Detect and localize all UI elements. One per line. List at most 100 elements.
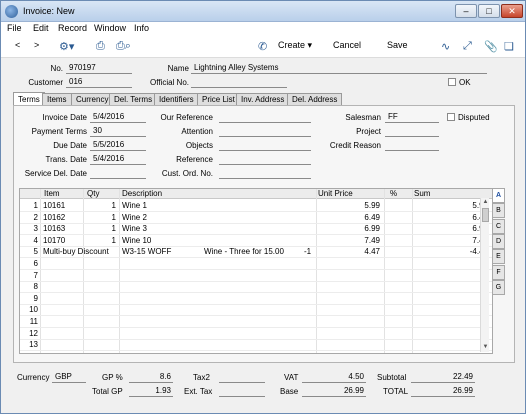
table-row[interactable]: 5 Multi-buy Discount W3-15 WOFF Wine - Thre… (20, 246, 492, 259)
gp-percent-field[interactable]: 8.6 (129, 372, 173, 383)
credit-reason-field[interactable] (385, 140, 439, 151)
cell-sum[interactable]: 6.49 (412, 213, 488, 222)
cell-qty[interactable]: 1 (84, 213, 116, 222)
table-row[interactable]: 1 10161 1 Wine 1 5.99 5.99 (20, 200, 492, 212)
cell-sum[interactable]: -4.47 (412, 247, 488, 256)
print-preview-icon[interactable]: ⎙⌕ (116, 40, 131, 53)
flip-g[interactable]: G (492, 279, 505, 295)
cell-description[interactable]: Wine 3 (122, 224, 147, 233)
cell-item[interactable]: 10170 (43, 236, 65, 245)
cell-unit-price[interactable]: 7.49 (316, 236, 380, 245)
cell-item[interactable]: 10162 (43, 213, 65, 222)
table-row[interactable]: 7 (20, 270, 492, 282)
ext-tax-field[interactable] (219, 386, 265, 397)
minimize-button[interactable]: – (455, 4, 477, 18)
attachment-icon[interactable]: 📎 (484, 40, 498, 53)
flip-f[interactable]: F (492, 264, 505, 280)
table-row[interactable]: 8 (20, 281, 492, 294)
table-row[interactable]: 2 10162 1 Wine 2 6.49 6.49 (20, 212, 492, 224)
total-gp-field[interactable]: 1.93 (129, 386, 173, 397)
cell-unit-price[interactable]: 4.47 (316, 247, 380, 256)
table-row[interactable]: 3 10163 1 Wine 3 6.99 6.99 (20, 223, 492, 236)
table-row[interactable]: 11 (20, 316, 492, 328)
scroll-thumb[interactable] (482, 208, 489, 222)
menu-record[interactable]: Record (58, 23, 87, 33)
menu-info[interactable]: Info (134, 23, 149, 33)
our-reference-field[interactable] (219, 112, 311, 123)
project-field[interactable] (385, 126, 439, 137)
customer-field[interactable]: 016 (66, 77, 132, 88)
flip-c[interactable]: C (492, 218, 505, 234)
cell-item[interactable]: 10161 (43, 201, 65, 210)
gear-icon[interactable]: ⚙▾ (59, 40, 74, 53)
activity-icon[interactable]: ∿ (441, 40, 450, 53)
cell-item[interactable]: Multi-buy Discount (43, 247, 109, 256)
table-row[interactable]: 9 (20, 293, 492, 305)
maximize-button[interactable]: □ (478, 4, 500, 18)
menu-edit[interactable]: Edit (33, 23, 49, 33)
reference-field[interactable] (219, 154, 311, 165)
cell-unit-price[interactable]: 6.49 (316, 213, 380, 222)
cell-description-extra[interactable]: Wine - Three for 15.00 (204, 247, 284, 256)
vat-field[interactable]: 4.50 (302, 372, 366, 383)
cube-icon[interactable]: ❏ (504, 40, 514, 53)
service-del-date-field[interactable] (90, 168, 146, 179)
cancel-button[interactable]: Cancel (333, 40, 361, 50)
salesman-field[interactable]: FF (385, 112, 439, 123)
trans-date-field[interactable]: 5/4/2016 (90, 154, 146, 165)
cell-qty[interactable]: 1 (84, 201, 116, 210)
next-record-button[interactable]: > (34, 40, 39, 50)
print-icon[interactable]: ⎙ (96, 40, 105, 53)
subtotal-field[interactable]: 22.49 (411, 372, 475, 383)
table-row[interactable]: 6 (20, 258, 492, 270)
create-button[interactable]: Create ▾ (278, 40, 312, 51)
cell-description[interactable]: Wine 2 (122, 213, 147, 222)
base-field[interactable]: 26.99 (302, 386, 366, 397)
cell-unit-price[interactable]: 6.99 (316, 224, 380, 233)
scroll-down-icon[interactable]: ▼ (481, 343, 490, 352)
flip-a[interactable]: A (492, 188, 505, 203)
cell-item[interactable]: 10163 (43, 224, 65, 233)
cell-description-extra-2[interactable]: -1 (304, 247, 311, 256)
save-button[interactable]: Save (387, 40, 408, 50)
cust-ord-no-field[interactable] (219, 168, 311, 179)
phone-icon[interactable]: ✆ (258, 40, 267, 53)
attention-field[interactable] (219, 126, 311, 137)
cell-qty[interactable]: 1 (84, 236, 116, 245)
grid-scrollbar[interactable]: ▲ ▼ (480, 198, 489, 352)
due-date-field[interactable]: 5/5/2016 (90, 140, 146, 151)
tab-terms[interactable]: Terms (13, 92, 45, 106)
invoice-date-field[interactable]: 5/4/2016 (90, 112, 146, 123)
ok-checkbox[interactable] (448, 78, 456, 86)
name-field[interactable]: Lightning Alley Systems (191, 63, 487, 74)
flip-b[interactable]: B (492, 203, 505, 219)
cell-sum[interactable]: 5.99 (412, 201, 488, 210)
previous-record-button[interactable]: < (15, 40, 20, 50)
menu-file[interactable]: File (7, 23, 22, 33)
table-row[interactable]: 12 (20, 328, 492, 340)
menu-window[interactable]: Window (94, 23, 126, 33)
invoice-number-field[interactable]: 970197 (66, 63, 132, 74)
currency-field[interactable]: GBP (52, 372, 86, 383)
cell-sum[interactable]: 7.49 (412, 236, 488, 245)
cell-description[interactable]: Wine 10 (122, 236, 151, 245)
cell-description[interactable]: Wine 1 (122, 201, 147, 210)
cell-description[interactable]: W3-15 WOFF (122, 247, 171, 256)
payment-terms-field[interactable]: 30 (90, 126, 146, 137)
total-field[interactable]: 26.99 (411, 386, 475, 397)
close-button[interactable]: ✕ (501, 4, 523, 18)
disputed-checkbox[interactable] (447, 113, 455, 121)
cell-sum[interactable]: 6.99 (412, 224, 488, 233)
scroll-up-icon[interactable]: ▲ (481, 198, 490, 207)
flip-d[interactable]: D (492, 233, 505, 249)
tax2-field[interactable] (219, 372, 265, 383)
table-row[interactable]: 13 (20, 339, 492, 352)
cell-unit-price[interactable]: 5.99 (316, 201, 380, 210)
cell-qty[interactable]: 1 (84, 224, 116, 233)
table-row[interactable]: 10 (20, 304, 492, 317)
table-row[interactable]: 4 10170 1 Wine 10 7.49 7.49 (20, 235, 492, 247)
flip-e[interactable]: E (492, 249, 505, 265)
objects-field[interactable] (219, 140, 311, 151)
official-no-field[interactable] (191, 77, 287, 88)
expand-icon[interactable]: ⤢ (463, 40, 472, 53)
